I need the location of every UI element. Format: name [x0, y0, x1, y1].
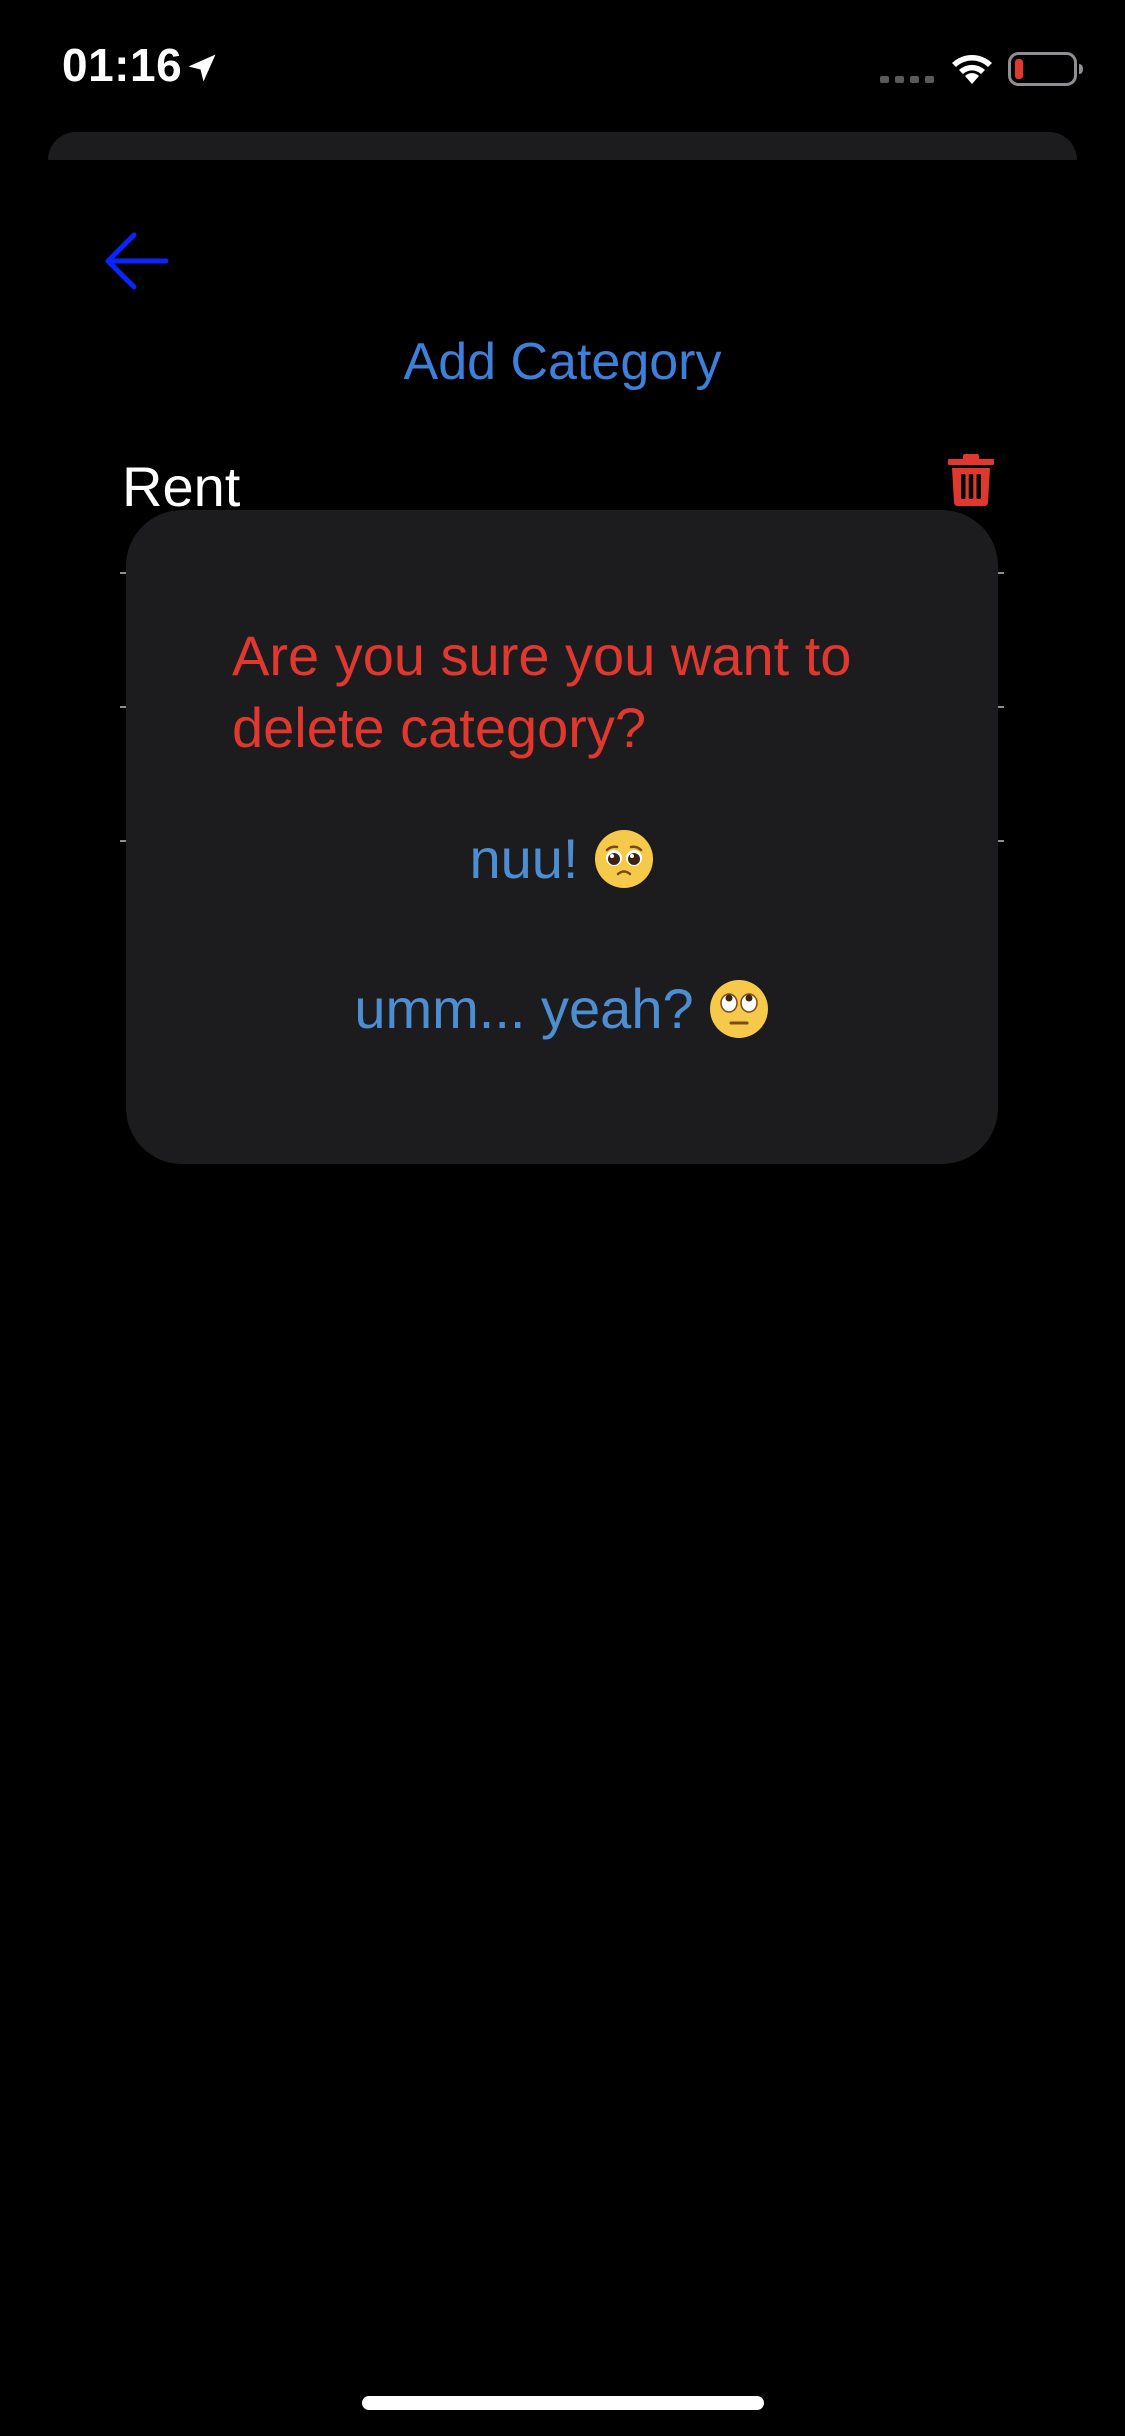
confirm-label: umm... yeah? — [354, 977, 694, 1040]
status-time: 01:16 — [62, 39, 183, 91]
cancel-label: nuu! — [469, 827, 579, 890]
add-category-button[interactable]: Add Category — [0, 332, 1125, 392]
home-indicator[interactable] — [362, 2396, 764, 2410]
cancel-delete-button[interactable]: nuu! — [126, 826, 998, 891]
eye-roll-face-emoji — [709, 980, 768, 1038]
cellular-signal-icon — [880, 76, 934, 83]
confirm-delete-button[interactable]: umm... yeah? — [126, 976, 998, 1041]
back-button[interactable] — [100, 225, 172, 297]
status-bar: 01:16 — [0, 0, 1125, 130]
location-arrow-icon — [188, 54, 216, 82]
pleading-face-emoji — [594, 830, 653, 888]
wifi-icon — [952, 55, 992, 84]
sheet-edge — [48, 132, 1077, 160]
arrow-left-icon — [105, 232, 169, 290]
trash-icon[interactable] — [948, 454, 994, 506]
dialog-message: Are you sure you want to delete category… — [232, 624, 852, 759]
delete-confirmation-dialog: Are you sure you want to delete category… — [126, 510, 998, 1164]
battery-low-icon — [1008, 52, 1083, 86]
